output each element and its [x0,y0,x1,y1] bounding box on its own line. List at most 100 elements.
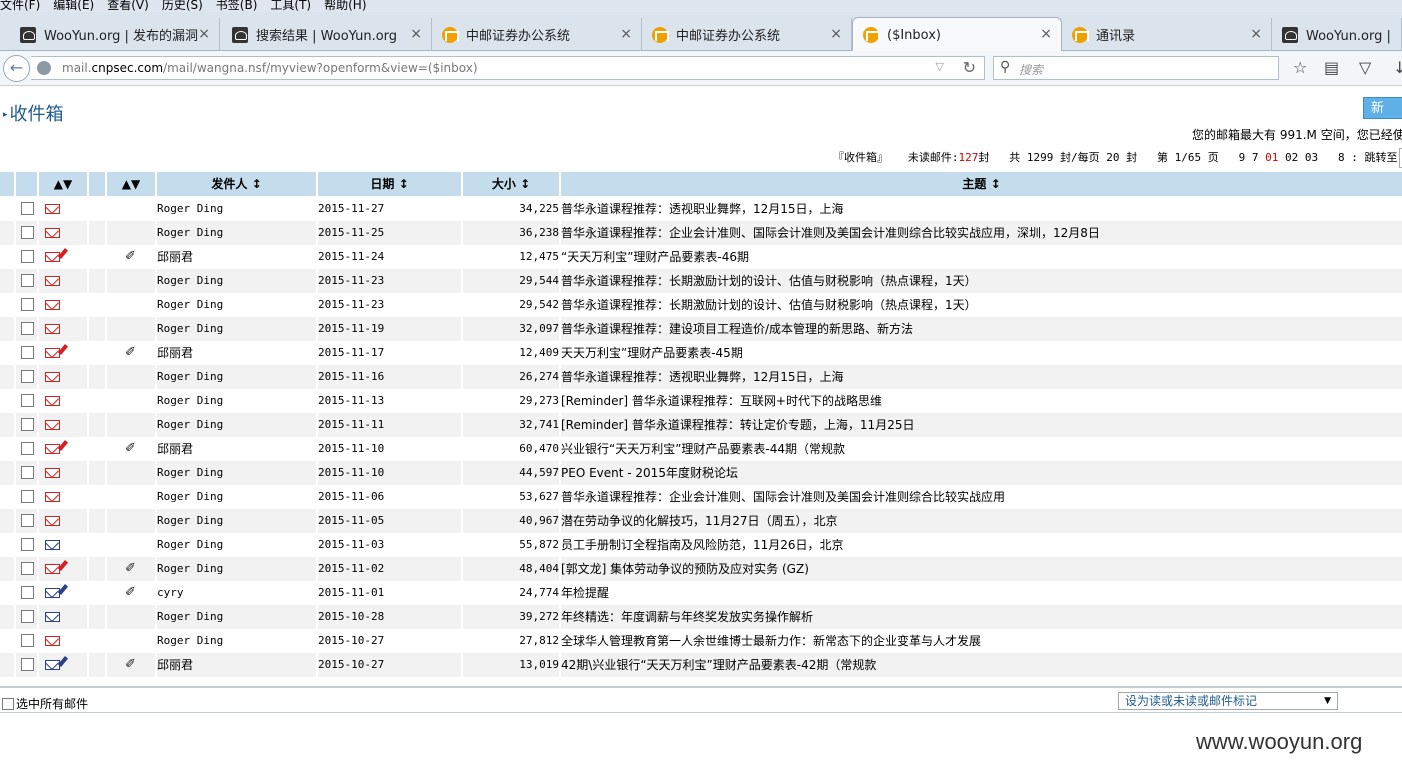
tab[interactable]: 中邮证券办公系统 × [432,18,642,51]
pocket-icon[interactable]: ▽ [1359,58,1371,77]
select-all[interactable]: 选中所有邮件 [2,695,88,712]
email-subject[interactable]: 普华永道课程推荐：建设项目工程造价/成本管理的新思路、新方法 [561,317,913,341]
table-row[interactable]: Roger Ding 2015-11-06 53,627 普华永道课程推荐：企业会计准… [0,485,1402,509]
header-sender[interactable]: 发件人 ↕ [157,172,318,196]
row-checkbox[interactable] [21,418,34,431]
row-checkbox[interactable] [21,514,34,527]
menu-item[interactable]: 工具(T) [270,0,311,11]
email-subject[interactable]: 普华永道课程推荐：长期激励计划的设计、估值与财税影响（热点课程，1天） [561,269,977,293]
email-subject[interactable]: [Reminder] 普华永道课程推荐：转让定价专题，上海，11月25日 [561,413,914,437]
email-subject[interactable]: 普华永道课程推荐：透视职业舞弊，12月15日，上海 [561,365,844,389]
header-status-col[interactable]: ▲▼ [39,172,89,196]
close-icon[interactable]: × [1250,26,1262,42]
email-subject[interactable]: 员工手册制订全程指南及风险防范，11月26日，北京 [561,533,844,557]
row-checkbox[interactable] [21,202,34,215]
table-row[interactable]: Roger Ding 2015-10-27 27,812 全球华人管理教育第一人余世维… [0,629,1402,653]
table-row[interactable]: ✐ Roger Ding 2015-11-02 48,404 [郭文龙] 集体劳动争议的… [0,557,1402,581]
row-checkbox[interactable] [21,658,34,671]
page-link[interactable]: 9 7 [1239,151,1259,164]
table-row[interactable]: ✐ 邱丽君 2015-10-27 13,019 42期\兴业银行“天天万利宝”理财产品要… [0,653,1402,677]
url-bar[interactable]: mail.cnpsec.com/mail/wangna.nsf/myview?o… [31,56,985,80]
email-subject[interactable]: “天天万利宝”理财产品要素表-46期 [561,245,749,269]
email-subject[interactable]: 潜在劳动争议的化解技巧，11月27日（周五），北京 [561,509,838,533]
table-row[interactable]: Roger Ding 2015-11-13 29,273 [Reminder] 普华永… [0,389,1402,413]
header-attach-col[interactable]: ▲▼ [107,172,157,196]
row-checkbox[interactable] [21,466,34,479]
close-icon[interactable]: × [410,26,422,42]
email-subject[interactable]: 兴业银行“天天万利宝”理财产品要素表-44期（常规款 [561,437,845,461]
table-row[interactable]: Roger Ding 2015-11-05 40,967 潜在劳动争议的化解技巧，11… [0,509,1402,533]
header-date[interactable]: 日期 ↕ [318,172,463,196]
table-row[interactable]: Roger Ding 2015-11-27 34,225 普华永道课程推荐：透视职业舞… [0,197,1402,221]
table-row[interactable]: Roger Ding 2015-11-11 32,741 [Reminder] 普华永… [0,413,1402,437]
table-row[interactable]: Roger Ding 2015-11-23 29,542 普华永道课程推荐：长期激励计… [0,293,1402,317]
table-row[interactable]: Roger Ding 2015-11-25 36,238 普华永道课程推荐：企业会计准… [0,221,1402,245]
row-checkbox[interactable] [21,586,34,599]
email-subject[interactable]: PEO Event - 2015年度财税论坛 [561,461,738,485]
row-checkbox[interactable] [21,394,34,407]
menu-item[interactable]: 编辑(E) [53,0,94,11]
tab[interactable]: 通讯录 × [1062,18,1272,51]
email-subject[interactable]: 普华永道课程推荐：长期激励计划的设计、估值与财税影响（热点课程，1天） [561,293,977,317]
table-row[interactable]: ✐ 邱丽君 2015-11-17 12,409 天天万利宝”理财产品要素表-45期 [0,341,1402,365]
email-subject[interactable]: 42期\兴业银行“天天万利宝”理财产品要素表-42期（常规款 [561,653,876,677]
close-icon[interactable]: × [198,26,210,42]
download-icon[interactable]: ↓ [1393,58,1402,77]
email-subject[interactable]: [郭文龙] 集体劳动争议的预防及应对实务 (GZ) [561,557,809,581]
header-subject[interactable]: 主题 ↕ [561,172,1402,196]
email-subject[interactable]: [Reminder] 普华永道课程推荐：互联网+时代下的战略思维 [561,389,882,413]
dropdown-icon[interactable]: ▽ [936,60,944,73]
action-select[interactable]: 设为读或未读或邮件标记 ▼ [1118,692,1338,710]
close-icon[interactable]: × [830,26,842,42]
tab[interactable]: 搜索结果 | WooYun.org × [222,18,432,51]
row-checkbox[interactable] [21,370,34,383]
table-row[interactable]: ✐ 邱丽君 2015-11-24 12,475 “天天万利宝”理财产品要素表-46期 [0,245,1402,269]
row-checkbox[interactable] [21,634,34,647]
row-checkbox[interactable] [21,274,34,287]
close-icon[interactable]: × [620,26,632,42]
row-checkbox[interactable] [21,298,34,311]
menu-item[interactable]: 文件(F) [0,0,40,11]
search-input[interactable]: ⚲ 搜索 [993,56,1279,80]
table-row[interactable]: Roger Ding 2015-11-16 26,274 普华永道课程推荐：透视职业舞… [0,365,1402,389]
table-row[interactable]: ✐ 邱丽君 2015-11-10 60,470 兴业银行“天天万利宝”理财产品要素表-4… [0,437,1402,461]
back-icon[interactable]: ← [3,55,30,82]
menu-item[interactable]: 帮助(H) [324,0,366,11]
email-subject[interactable]: 普华永道课程推荐：企业会计准则、国际会计准则及美国会计准则综合比较实战应用，深圳… [561,221,1100,245]
row-checkbox[interactable] [21,346,34,359]
row-checkbox[interactable] [21,610,34,623]
menu-item[interactable]: 查看(V) [107,0,149,11]
tab[interactable]: 中邮证券办公系统 × [642,18,852,51]
table-row[interactable]: ✐ cyry 2015-11-01 24,774 年检提醒 [0,581,1402,605]
select-all-checkbox[interactable] [2,697,14,710]
email-subject[interactable]: 全球华人管理教育第一人余世维博士最新力作：新常态下的企业变革与人才发展 [561,629,981,653]
row-checkbox[interactable] [21,490,34,503]
table-row[interactable]: Roger Ding 2015-11-03 55,872 员工手册制订全程指南及风险防… [0,533,1402,557]
reload-icon[interactable]: ↻ [963,58,976,77]
reading-list-icon[interactable]: ▤ [1324,58,1339,77]
email-subject[interactable]: 年检提醒 [561,581,609,605]
new-button[interactable]: 新 建 [1363,97,1402,138]
table-row[interactable]: Roger Ding 2015-11-23 29,544 普华永道课程推荐：长期激励计… [0,269,1402,293]
row-checkbox[interactable] [21,442,34,455]
row-checkbox[interactable] [21,322,34,335]
row-checkbox[interactable] [21,226,34,239]
menu-item[interactable]: 书签(B) [216,0,258,11]
row-checkbox[interactable] [21,538,34,551]
email-subject[interactable]: 普华永道课程推荐：企业会计准则、国际会计准则及美国会计准则综合比较实战应用 [561,485,1005,509]
page-link[interactable]: 02 03 [1285,151,1318,164]
email-subject[interactable]: 天天万利宝”理财产品要素表-45期 [561,341,743,365]
menu-item[interactable]: 历史(S) [162,0,203,11]
tab[interactable]: WooYun.org | 自由 [1272,18,1402,51]
close-icon[interactable]: × [1040,26,1052,42]
bookmark-star-icon[interactable]: ☆ [1293,58,1307,77]
tab[interactable]: WooYun.org | 发布的漏洞 × [10,18,220,51]
table-row[interactable]: Roger Ding 2015-11-10 44,597 PEO Event - 20… [0,461,1402,485]
table-row[interactable]: Roger Ding 2015-11-19 32,097 普华永道课程推荐：建设项目工… [0,317,1402,341]
row-checkbox[interactable] [21,250,34,263]
email-subject[interactable]: 年终精选：年度调薪与年终奖发放实务操作解析 [561,605,813,629]
email-subject[interactable]: 普华永道课程推荐：透视职业舞弊，12月15日，上海 [561,197,844,221]
header-size[interactable]: 大小 ↕ [463,172,561,196]
table-row[interactable]: Roger Ding 2015-10-28 39,272 年终精选：年度调薪与年终奖发… [0,605,1402,629]
tab[interactable]: ($Inbox) × [852,17,1062,52]
